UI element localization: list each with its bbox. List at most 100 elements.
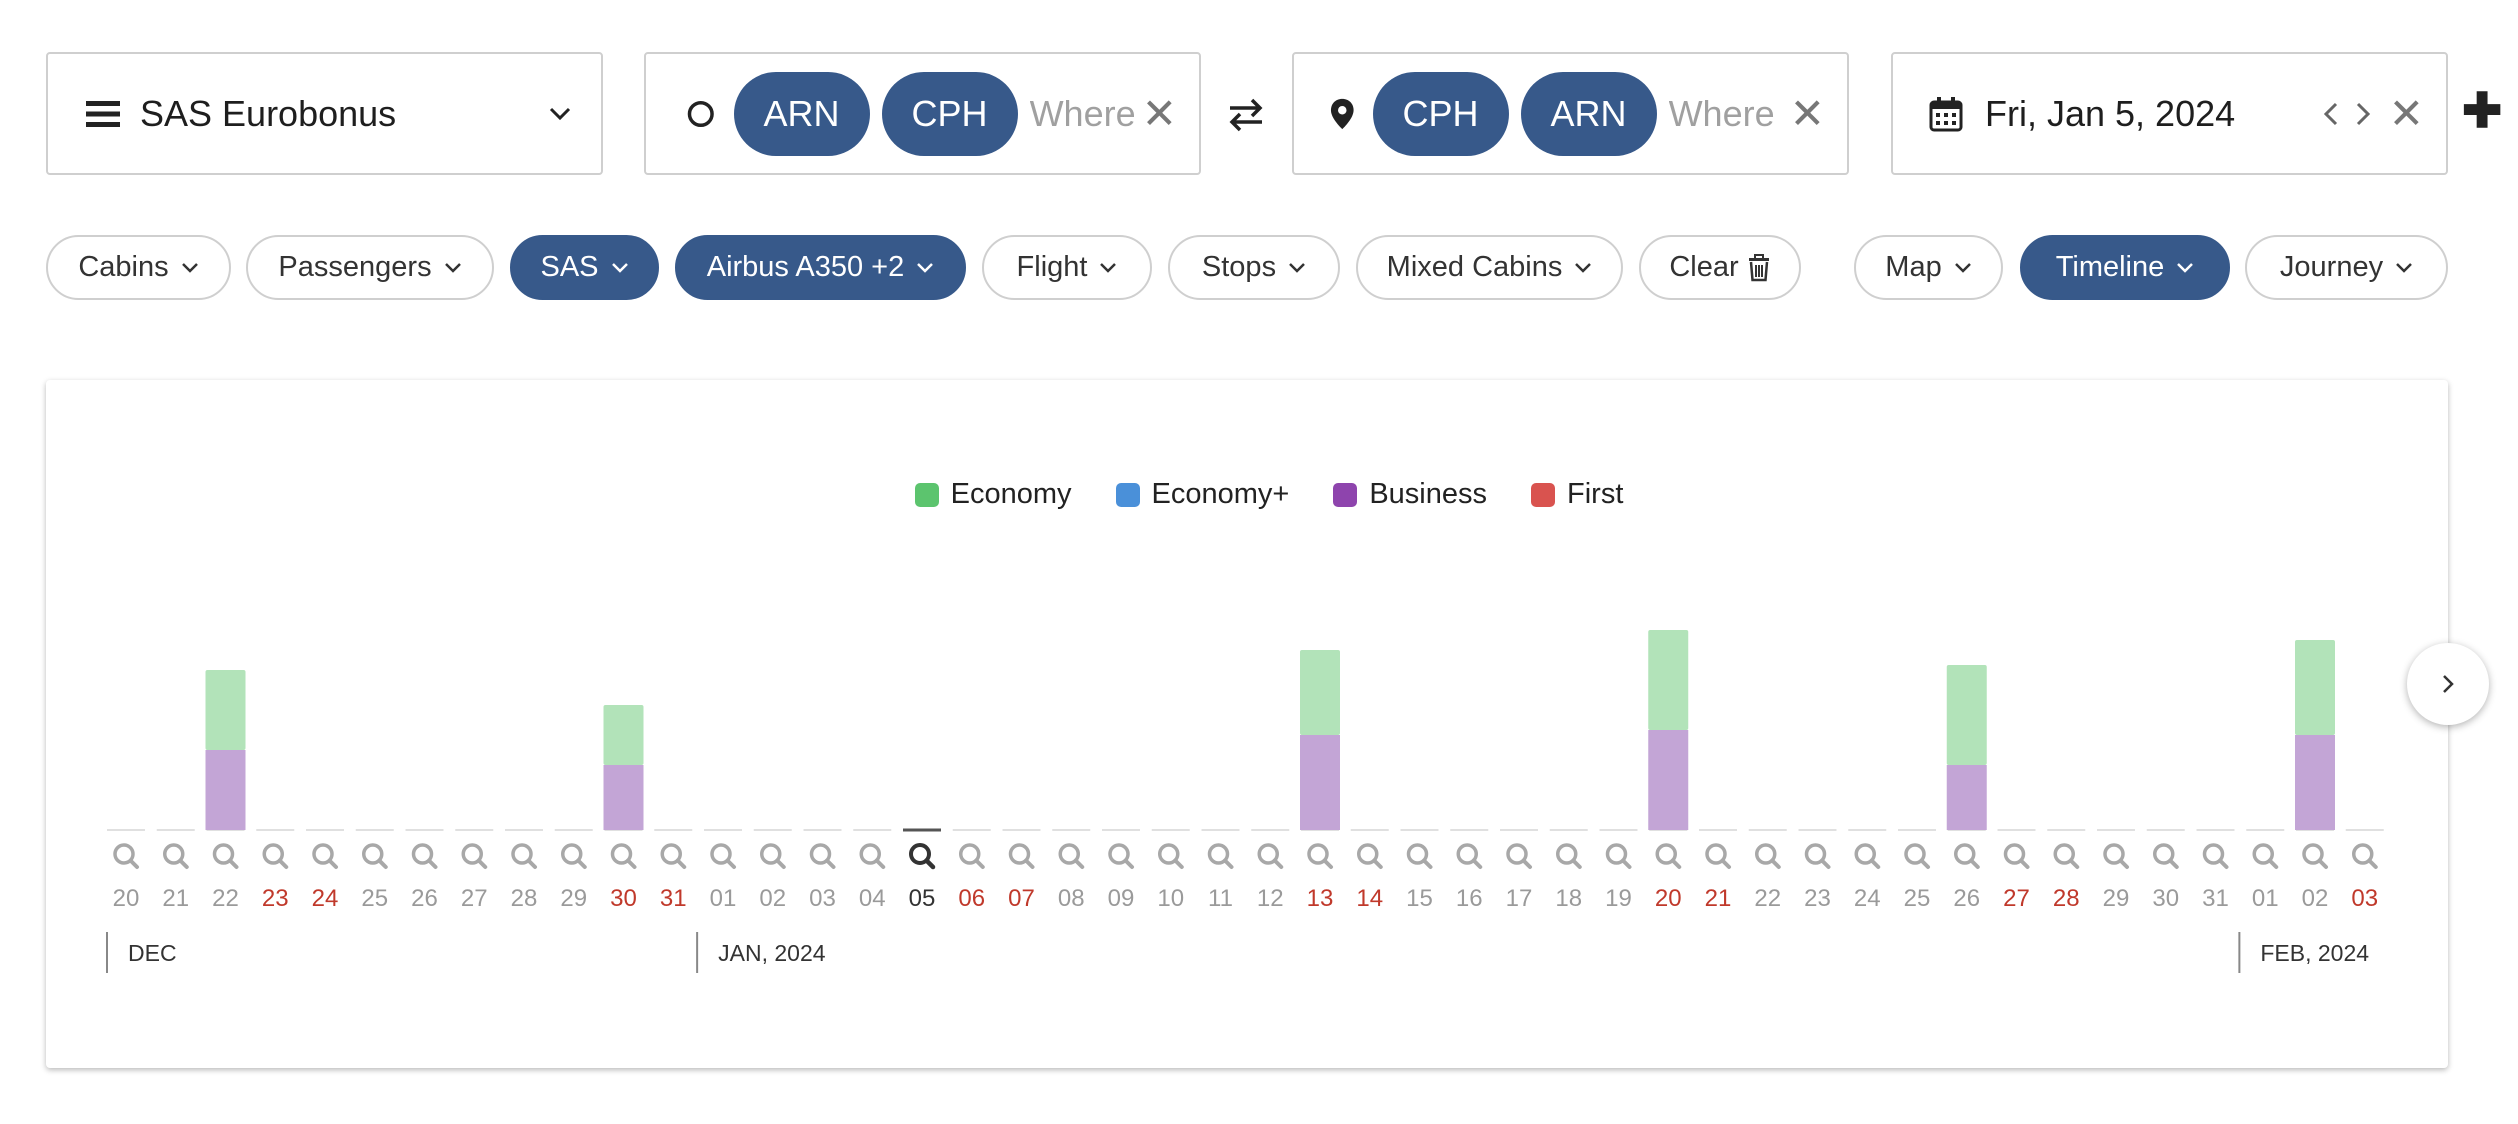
day-label[interactable]: 08 <box>1058 885 1085 912</box>
search-day-icon-handle <box>1024 858 1035 869</box>
day-label[interactable]: 22 <box>212 885 239 912</box>
search-day-icon-handle <box>1820 858 1831 869</box>
day-label[interactable]: 09 <box>1108 885 1135 912</box>
business-bar[interactable] <box>1946 765 1987 830</box>
search-day-icon-handle <box>1969 858 1980 869</box>
day-label[interactable]: 11 <box>1208 885 1233 912</box>
business-bar[interactable] <box>1300 735 1340 830</box>
day-label[interactable]: 10 <box>1157 885 1184 912</box>
day-label[interactable]: 30 <box>610 885 637 912</box>
search-day-icon-handle <box>775 858 786 869</box>
search-day-icon-handle <box>327 858 338 869</box>
search-day-icon-handle <box>1670 858 1682 869</box>
day-label[interactable]: 03 <box>2351 885 2378 912</box>
search-day-icon-handle <box>1372 858 1383 869</box>
search-day-icon-handle <box>228 858 239 869</box>
search-day-icon-handle <box>2168 858 2179 869</box>
day-label[interactable]: 14 <box>1356 885 1383 912</box>
day-label[interactable]: 29 <box>560 885 587 912</box>
economy-bar[interactable] <box>1648 630 1689 730</box>
day-label[interactable]: 31 <box>2202 885 2229 912</box>
chevron-right-icon <box>2443 675 2454 693</box>
day-label[interactable]: 02 <box>759 885 786 912</box>
search-day-icon-handle <box>2367 858 2378 869</box>
search-day-icon-handle <box>1770 858 1781 869</box>
day-label[interactable]: 28 <box>511 885 538 912</box>
day-label[interactable]: 05 <box>909 885 936 912</box>
business-bar[interactable] <box>2295 735 2335 830</box>
search-day-icon-handle <box>2068 858 2080 869</box>
day-label[interactable]: 29 <box>2103 885 2130 912</box>
next-page-button[interactable] <box>2407 643 2489 725</box>
search-day-icon-handle <box>178 858 189 869</box>
timeline-chart: 20 21 22 23 24 25 26 27 28 29 30 31 01 02 03 04 05 06 07 08… <box>106 630 2384 973</box>
day-label[interactable]: 24 <box>1854 885 1881 912</box>
search-day-icon-handle <box>1521 858 1532 869</box>
day-label[interactable]: 26 <box>411 885 438 912</box>
search-day-icon-handle <box>874 858 886 869</box>
day-label[interactable]: 21 <box>1705 885 1732 912</box>
search-day-icon-handle <box>675 858 687 869</box>
search-day-icon-handle <box>377 858 388 869</box>
day-label[interactable]: 25 <box>1904 885 1931 912</box>
search-day-icon-handle <box>1471 858 1483 869</box>
economy-bar[interactable] <box>603 705 644 765</box>
search-day-icon-handle <box>526 858 537 869</box>
search-day-icon-handle <box>1621 858 1632 869</box>
day-label[interactable]: 18 <box>1555 885 1582 912</box>
search-day-icon-handle <box>277 858 289 869</box>
search-day-icon-handle <box>2019 858 2030 869</box>
economy-bar[interactable] <box>1300 650 1340 735</box>
month-label: JAN, 2024 <box>718 940 826 966</box>
search-day-icon-handle <box>476 858 488 869</box>
day-label[interactable]: 23 <box>1804 885 1831 912</box>
day-label[interactable]: 25 <box>361 885 388 912</box>
day-label[interactable]: 15 <box>1406 885 1433 912</box>
day-label[interactable]: 30 <box>2152 885 2179 912</box>
search-day-icon-handle <box>1173 858 1184 869</box>
search-day-icon-handle <box>1571 858 1582 869</box>
day-label[interactable]: 28 <box>2053 885 2080 912</box>
day-label[interactable]: 21 <box>162 885 189 912</box>
economy-bar[interactable] <box>205 670 246 750</box>
day-label[interactable]: 20 <box>1655 885 1682 912</box>
search-day-icon-handle <box>924 858 936 870</box>
day-label[interactable]: 31 <box>660 885 687 912</box>
search-day-icon-handle <box>2218 858 2229 869</box>
search-day-icon-handle <box>974 858 985 869</box>
day-label[interactable]: 07 <box>1008 885 1035 912</box>
search-day-icon-handle <box>1322 858 1333 869</box>
search-day-icon-handle <box>1422 858 1433 869</box>
day-label[interactable]: 20 <box>113 885 140 912</box>
day-label[interactable]: 06 <box>958 885 985 912</box>
search-day-icon-handle <box>2118 858 2129 869</box>
search-day-icon-handle <box>825 858 836 869</box>
economy-bar[interactable] <box>1946 665 1987 765</box>
day-label[interactable]: 01 <box>710 885 737 912</box>
business-bar[interactable] <box>1648 730 1689 830</box>
day-label[interactable]: 27 <box>2003 885 2030 912</box>
day-label[interactable]: 12 <box>1257 885 1284 912</box>
business-bar[interactable] <box>603 765 644 830</box>
day-label[interactable]: 19 <box>1605 885 1632 912</box>
day-label[interactable]: 23 <box>262 885 289 912</box>
day-label[interactable]: 03 <box>809 885 836 912</box>
day-label[interactable]: 22 <box>1754 885 1781 912</box>
search-day-icon-handle <box>128 858 139 869</box>
day-label[interactable]: 24 <box>312 885 339 912</box>
day-label[interactable]: 04 <box>859 885 886 912</box>
economy-bar[interactable] <box>2295 640 2335 735</box>
search-day-icon-handle <box>2267 858 2279 869</box>
day-label[interactable]: 26 <box>1953 885 1980 912</box>
day-label[interactable]: 13 <box>1307 885 1334 912</box>
day-label[interactable]: 17 <box>1506 885 1533 912</box>
search-day-icon-handle <box>1123 858 1134 869</box>
business-bar[interactable] <box>205 750 246 830</box>
search-day-icon-handle <box>576 858 587 869</box>
search-day-icon-handle <box>427 858 438 869</box>
search-day-icon-handle <box>725 858 736 869</box>
day-label[interactable]: 01 <box>2252 885 2279 912</box>
day-label[interactable]: 27 <box>461 885 488 912</box>
day-label[interactable]: 02 <box>2302 885 2329 912</box>
day-label[interactable]: 16 <box>1456 885 1483 912</box>
